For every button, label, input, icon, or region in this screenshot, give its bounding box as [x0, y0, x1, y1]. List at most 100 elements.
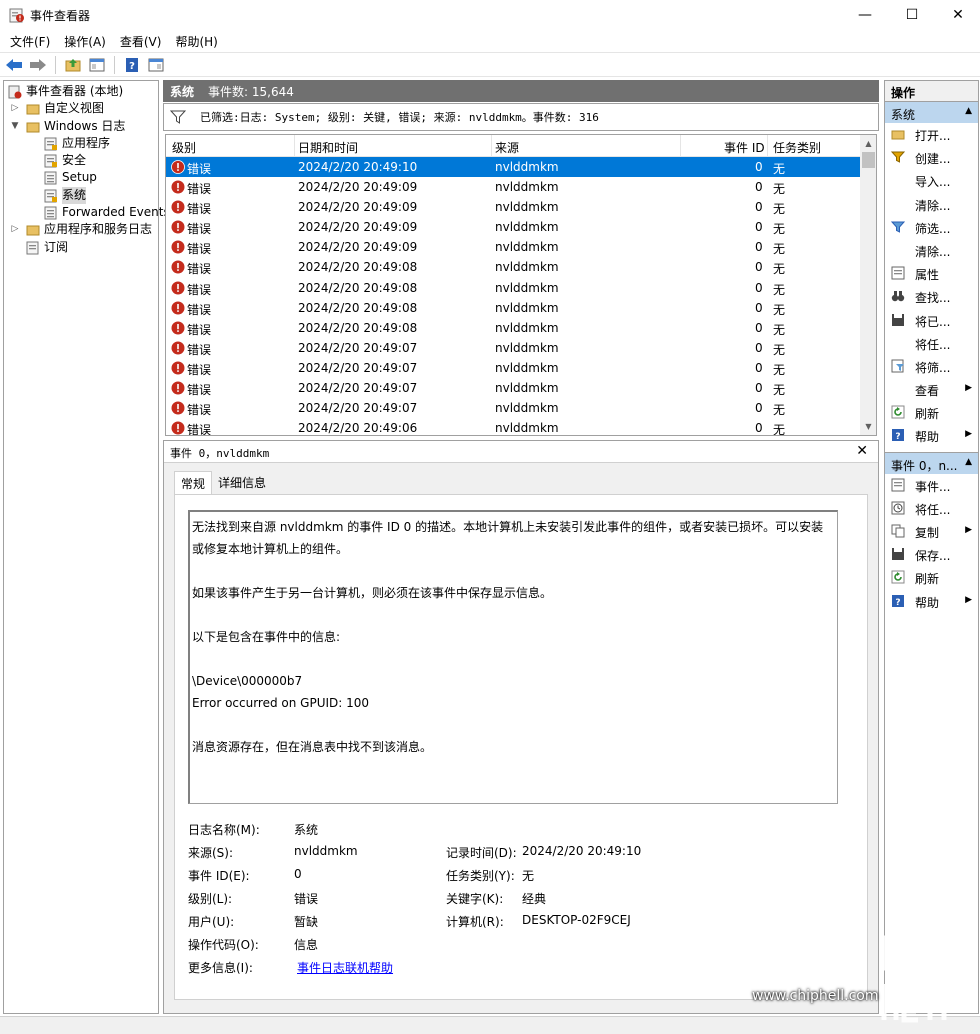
up-folder-button[interactable] [63, 55, 83, 75]
cell-event-id: 0 [755, 240, 763, 255]
action-attach-task[interactable]: 将任... [885, 332, 978, 355]
table-row[interactable]: 错误 2024/2/20 20:49:07 nvlddmkm 0 无 [166, 338, 860, 358]
column-header-level[interactable]: 级别 [172, 139, 196, 156]
table-row[interactable]: 错误 2024/2/20 20:49:07 nvlddmkm 0 无 [166, 358, 860, 378]
collapse-caret-icon[interactable]: ▲ [965, 106, 972, 116]
table-row[interactable]: 错误 2024/2/20 20:49:09 nvlddmkm 0 无 [166, 177, 860, 197]
column-header-event-id[interactable]: 事件 ID [724, 139, 765, 156]
action-help[interactable]: ? 帮助 ▶ [885, 424, 978, 447]
scroll-down-icon[interactable]: ▼ [860, 418, 876, 435]
tree-node-custom-views[interactable]: ▷ 自定义视图 [4, 100, 158, 117]
action-attach-task-event[interactable]: 将任... [885, 497, 978, 520]
action-save-all-events[interactable]: 将已... [885, 309, 978, 332]
collapse-caret-icon[interactable]: ▲ [965, 457, 972, 467]
collapse-arrow-icon[interactable]: ▼ [10, 118, 20, 135]
table-row[interactable]: 错误 2024/2/20 20:49:08 nvlddmkm 0 无 [166, 318, 860, 338]
back-button[interactable] [4, 55, 24, 75]
actions-section-event[interactable]: 事件 0，n... ▲ [885, 451, 978, 474]
action-refresh[interactable]: 刷新 [885, 401, 978, 424]
menu-action[interactable]: 操作(A) [57, 33, 113, 50]
scroll-thumb[interactable] [862, 152, 875, 168]
online-help-link[interactable]: 事件日志联机帮助 [297, 959, 393, 976]
error-icon [171, 180, 185, 194]
menu-file[interactable]: 文件(F) [3, 33, 57, 50]
action-save-selected[interactable]: 保存... [885, 543, 978, 566]
event-description[interactable]: 无法找到来自源 nvlddmkm 的事件 ID 0 的描述。本地计算机上未安装引… [188, 510, 838, 804]
action-create-custom-view[interactable]: 创建... [885, 146, 978, 169]
action-copy[interactable]: 复制 ▶ [885, 520, 978, 543]
title-bar: 事件查看器 — ☐ ✕ [0, 0, 980, 30]
action-open-saved-log[interactable]: 打开... [885, 123, 978, 146]
show-hide-action-pane-button[interactable] [146, 55, 166, 75]
table-row[interactable]: 错误 2024/2/20 20:49:06 nvlddmkm 0 无 [166, 418, 860, 435]
action-filter-current-log[interactable]: 筛选... [885, 216, 978, 239]
actions-section-system[interactable]: 系统 ▲ [885, 101, 978, 123]
action-clear-log[interactable]: 清除... [885, 193, 978, 216]
column-divider[interactable] [491, 135, 492, 157]
menu-help[interactable]: 帮助(H) [168, 33, 224, 50]
action-event-properties[interactable]: 事件... [885, 474, 978, 497]
tree-node-subscriptions[interactable]: 订阅 [4, 239, 158, 256]
table-row[interactable]: 错误 2024/2/20 20:49:07 nvlddmkm 0 无 [166, 398, 860, 418]
expand-arrow-icon[interactable]: ▷ [10, 100, 20, 117]
tree-node-windows-logs[interactable]: ▼ Windows 日志 [4, 118, 158, 135]
minimize-button[interactable]: — [842, 0, 888, 30]
column-header-source[interactable]: 来源 [495, 139, 519, 156]
table-row[interactable]: 错误 2024/2/20 20:49:09 nvlddmkm 0 无 [166, 237, 860, 257]
table-row[interactable]: 错误 2024/2/20 20:49:08 nvlddmkm 0 无 [166, 278, 860, 298]
tree-node-system[interactable]: 系统 [4, 186, 158, 204]
error-icon [171, 260, 185, 274]
tree-node-setup[interactable]: Setup [4, 169, 158, 186]
action-label: 打开... [915, 129, 951, 143]
tree-node-security[interactable]: 安全 [4, 152, 158, 169]
forward-button[interactable] [28, 55, 48, 75]
action-refresh-event[interactable]: 刷新 [885, 566, 978, 589]
action-label: 查找... [915, 291, 951, 306]
show-hide-tree-button[interactable] [87, 55, 107, 75]
tree-node-app-services-logs[interactable]: ▷ 应用程序和服务日志 [4, 221, 158, 238]
action-help-event[interactable]: ? 帮助 ▶ [885, 590, 978, 613]
table-row[interactable]: 错误 2024/2/20 20:49:10 nvlddmkm 0 无 [166, 157, 860, 178]
maximize-button[interactable]: ☐ [889, 0, 935, 30]
event-list: 级别 日期和时间 来源 事件 ID 任务类别 错误 2024/2/20 20:4… [165, 134, 877, 436]
action-save-filter[interactable]: 将筛... [885, 355, 978, 378]
help-button[interactable]: ? [122, 55, 142, 75]
table-row[interactable]: 错误 2024/2/20 20:49:07 nvlddmkm 0 无 [166, 378, 860, 398]
column-divider[interactable] [294, 135, 295, 157]
table-row[interactable]: 错误 2024/2/20 20:49:09 nvlddmkm 0 无 [166, 197, 860, 217]
action-properties[interactable]: 属性 [885, 262, 978, 285]
expand-arrow-icon[interactable]: ▷ [10, 221, 20, 238]
tab-details[interactable]: 详细信息 [212, 471, 272, 495]
action-find[interactable]: 查找... [885, 285, 978, 308]
cell-datetime: 2024/2/20 20:49:07 [298, 401, 418, 416]
close-button[interactable]: ✕ [935, 0, 980, 30]
table-row[interactable]: 错误 2024/2/20 20:49:09 nvlddmkm 0 无 [166, 217, 860, 237]
menu-view[interactable]: 查看(V) [113, 33, 169, 50]
tree-node-application[interactable]: 应用程序 [4, 135, 158, 152]
tree-label: Setup [62, 170, 97, 185]
cell-datetime: 2024/2/20 20:49:08 [298, 260, 418, 275]
event-list-scrollbar[interactable]: ▲ ▼ [860, 135, 876, 435]
tree-node-forwarded-events[interactable]: Forwarded Events [4, 204, 170, 221]
column-header-datetime[interactable]: 日期和时间 [298, 139, 358, 156]
table-row[interactable]: 错误 2024/2/20 20:49:08 nvlddmkm 0 无 [166, 298, 860, 318]
tab-general[interactable]: 常规 [174, 471, 213, 495]
column-header-task[interactable]: 任务类别 [773, 139, 821, 156]
cell-datetime: 2024/2/20 20:49:09 [298, 240, 418, 255]
open-folder-icon [891, 130, 905, 140]
event-count: 事件数: 15,644 [208, 84, 294, 99]
log-name-value: 系统 [294, 823, 319, 837]
cell-datetime: 2024/2/20 20:49:08 [298, 320, 418, 335]
action-view[interactable]: 查看 ▶ [885, 378, 978, 401]
table-row[interactable]: 错误 2024/2/20 20:49:08 nvlddmkm 0 无 [166, 257, 860, 277]
column-divider[interactable] [680, 135, 681, 157]
property-row: 来源(S): nvlddmkm 记录时间(D): 2024/2/20 20:49… [188, 840, 848, 863]
column-divider[interactable] [767, 135, 768, 157]
tree-node-root[interactable]: 事件查看器 (本地) [4, 83, 158, 100]
scroll-up-icon[interactable]: ▲ [860, 135, 876, 152]
folder-icon [26, 225, 40, 236]
action-clear-filter[interactable]: 清除... [885, 239, 978, 262]
close-icon[interactable]: ✕ [856, 443, 868, 459]
action-import-custom-view[interactable]: 导入... [885, 169, 978, 192]
filter-text: 已筛选:日志: System; 级别: 关键, 错误; 来源: nvlddmkm… [200, 111, 599, 124]
